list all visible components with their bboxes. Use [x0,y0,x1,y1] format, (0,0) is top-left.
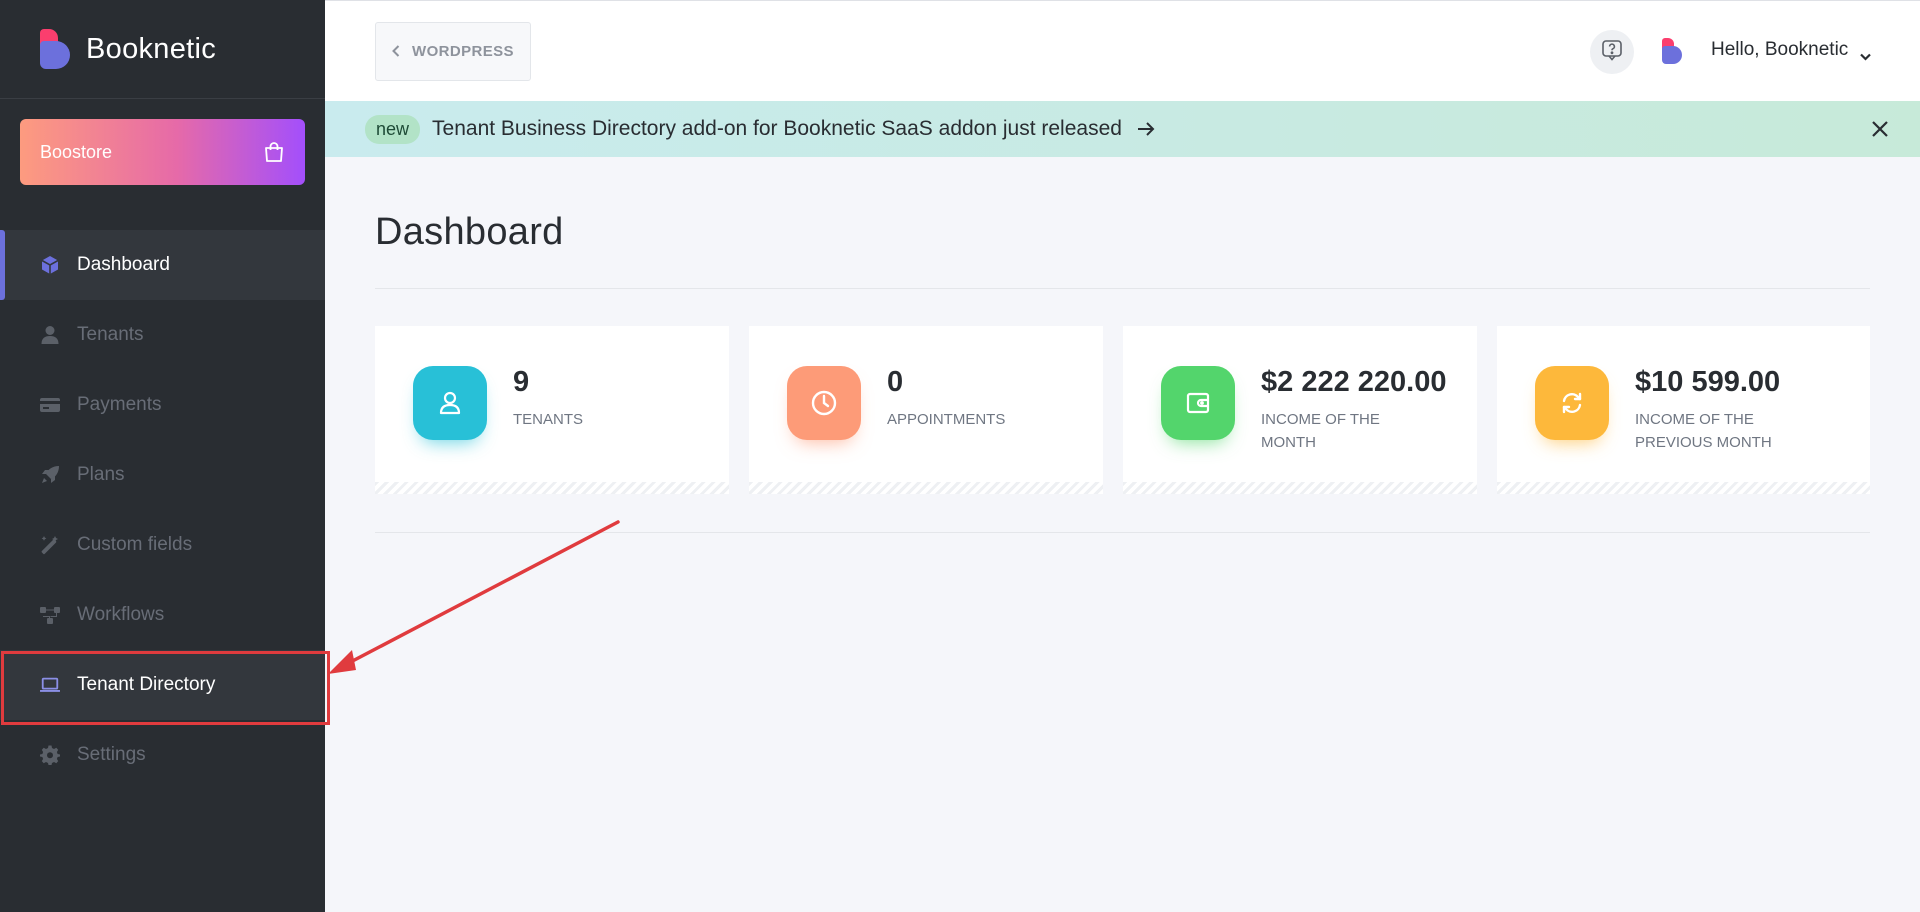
card-stripe [749,482,1103,494]
card-stripe [1497,482,1870,494]
announcement-link[interactable]: Tenant Business Directory add-on for Boo… [432,117,1122,141]
sidebar-item-label: Custom fields [77,534,193,555]
sidebar-item-label: Tenants [77,324,144,345]
brand[interactable]: Booknetic [0,0,325,99]
stat-value: $2 222 220.00 [1261,366,1447,398]
chevron-down-icon [1860,45,1872,61]
back-to-wordpress-button[interactable]: WORDPRESS [375,22,531,81]
sidebar-item-tenant-directory[interactable]: Tenant Directory [0,650,330,725]
sidebar-item-workflows[interactable]: Workflows [0,580,325,650]
new-badge: new [365,114,421,144]
sidebar-item-label: Workflows [77,604,165,625]
announcement-banner: new Tenant Business Directory add-on for… [325,101,1920,157]
stat-label: TENANTS [513,411,584,428]
user-icon [413,366,487,440]
sidebar-item-custom-fields[interactable]: Custom fields [0,510,325,580]
sidebar-item-label: Settings [77,744,146,765]
top-bar: WORDPRESS Hello, Booknetic [325,0,1920,101]
boostore-label: Boostore [40,141,113,162]
stat-card-tenants: 9 TENANTS [375,326,729,494]
laptop-icon [40,675,60,695]
workflow-icon [40,605,60,625]
stat-value: $10 599.00 [1635,366,1781,398]
sidebar-item-label: Payments [77,394,162,415]
stat-label: INCOME OF THE PREVIOUS MONTH [1635,411,1772,451]
sidebar-item-plans[interactable]: Plans [0,440,325,510]
magic-wand-icon [40,535,60,555]
sidebar: Booknetic Boostore Dashboard Tenants Pay… [0,0,330,912]
title-divider [375,288,1870,289]
user-menu[interactable]: Hello, Booknetic [1711,39,1872,61]
credit-card-icon [40,395,60,415]
card-stripe [375,482,729,494]
booknetic-logo [38,29,72,69]
sidebar-item-label: Dashboard [77,254,170,275]
shopping-bag-icon [263,141,285,163]
content-divider [375,532,1870,533]
sidebar-item-dashboard[interactable]: Dashboard [0,230,325,300]
stat-value: 0 [887,366,904,398]
help-chat-icon [1601,39,1623,66]
stat-value: 9 [513,366,530,398]
stat-label: APPOINTMENTS [887,411,1006,428]
sidebar-item-label: Tenant Directory [77,674,216,695]
boostore-button[interactable]: Boostore [20,119,305,185]
card-stripe [1123,482,1477,494]
sidebar-item-label: Plans [77,464,125,485]
help-button[interactable] [1590,30,1634,74]
stat-card-income-previous-month: $10 599.00 INCOME OF THE PREVIOUS MONTH [1497,326,1870,494]
wallet-icon [1161,366,1235,440]
sidebar-item-payments[interactable]: Payments [0,370,325,440]
user-greeting: Hello, Booknetic [1711,39,1849,60]
rocket-icon [40,465,60,485]
gear-icon [40,745,60,765]
close-icon[interactable] [1870,119,1890,139]
sidebar-item-tenants[interactable]: Tenants [0,300,325,370]
sidebar-nav: Dashboard Tenants Payments Plans Custom … [0,230,330,790]
sidebar-item-settings[interactable]: Settings [0,720,325,790]
stat-label: INCOME OF THE MONTH [1261,411,1380,451]
cube-icon [40,255,60,275]
refresh-icon [1535,366,1609,440]
back-to-wordpress-label: WORDPRESS [412,43,514,60]
clock-icon [787,366,861,440]
stat-card-appointments: 0 APPOINTMENTS [749,326,1103,494]
chevron-left-icon [392,44,400,60]
stat-card-income-month: $2 222 220.00 INCOME OF THE MONTH [1123,326,1477,494]
user-tie-icon [40,325,60,345]
arrow-right-icon[interactable] [1136,119,1156,139]
brand-name: Booknetic [86,32,217,65]
page-title: Dashboard [375,211,564,253]
user-avatar[interactable] [1661,38,1683,64]
